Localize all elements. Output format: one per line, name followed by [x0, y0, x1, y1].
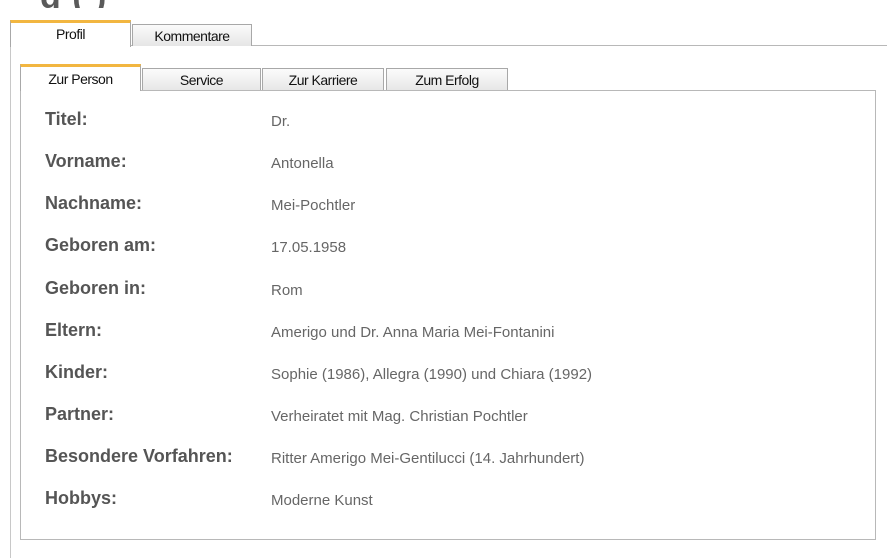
inner-tab-bar: Zur Person Service Zur Karriere Zum Erfo… [20, 64, 876, 91]
detail-value: Mei-Pochtler [271, 197, 356, 214]
page-heading-text: g ( ) [40, 0, 107, 8]
detail-row-geboren-am: Geboren am: 17.05.1958 [45, 235, 845, 265]
detail-row-geboren-in: Geboren in: Rom [45, 278, 845, 308]
tab-kommentare[interactable]: Kommentare [132, 24, 252, 46]
detail-value: Amerigo und Dr. Anna Maria Mei-Fontanini [271, 324, 555, 341]
tab-zum-erfolg[interactable]: Zum Erfolg [386, 68, 508, 91]
detail-row-vorname: Vorname: Antonella [45, 151, 845, 181]
person-details-panel: Titel: Dr. Vorname: Antonella Nachname: … [20, 90, 876, 540]
detail-label: Partner: [45, 404, 115, 424]
detail-label: Kinder: [45, 362, 108, 382]
detail-label: Eltern: [45, 320, 103, 340]
detail-label: Hobbys: [45, 488, 117, 508]
detail-label: Vorname: [45, 151, 127, 171]
detail-label: Titel: [45, 109, 88, 129]
detail-row-besondere-vorfahren: Besondere Vorfahren: Ritter Amerigo Mei-… [45, 446, 845, 476]
profile-page: g ( ) Profil Kommentare Zur Person Servi… [0, 0, 887, 558]
tab-profil[interactable]: Profil [10, 20, 131, 47]
tab-service[interactable]: Service [142, 68, 261, 91]
detail-value: Antonella [271, 155, 334, 172]
detail-value: 17.05.1958 [271, 239, 347, 256]
detail-value: Sophie (1986), Allegra (1990) und Chiara… [271, 366, 593, 383]
detail-row-eltern: Eltern: Amerigo und Dr. Anna Maria Mei-F… [45, 320, 845, 350]
detail-row-nachname: Nachname: Mei-Pochtler [45, 193, 845, 223]
detail-label: Nachname: [45, 193, 143, 213]
detail-row-partner: Partner: Verheiratet mit Mag. Christian … [45, 404, 845, 434]
detail-label: Geboren am: [45, 235, 157, 255]
detail-row-hobbys: Hobbys: Moderne Kunst [45, 488, 845, 518]
tab-zur-person[interactable]: Zur Person [20, 64, 141, 91]
tab-zur-karriere[interactable]: Zur Karriere [262, 68, 384, 91]
page-heading-clipped: g ( ) [40, 0, 800, 8]
outer-tab-bar: Profil Kommentare [10, 20, 887, 47]
detail-label: Besondere Vorfahren: [45, 446, 233, 466]
detail-value: Rom [271, 282, 303, 299]
detail-value: Verheiratet mit Mag. Christian Pochtler [271, 408, 528, 425]
detail-row-titel: Titel: Dr. [45, 109, 845, 139]
detail-value: Moderne Kunst [271, 492, 373, 509]
detail-label: Geboren in: [45, 278, 147, 298]
detail-value: Ritter Amerigo Mei-Gentilucci (14. Jahrh… [271, 450, 585, 467]
detail-row-kinder: Kinder: Sophie (1986), Allegra (1990) un… [45, 362, 845, 392]
detail-value: Dr. [271, 113, 291, 130]
